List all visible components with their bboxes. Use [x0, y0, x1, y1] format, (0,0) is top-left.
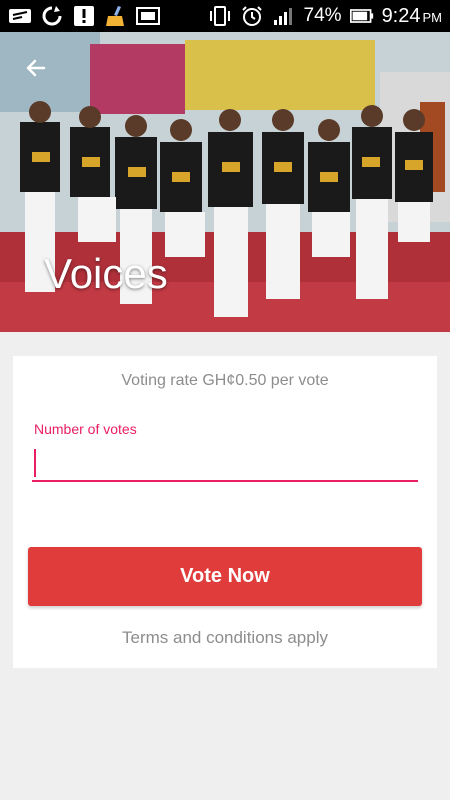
messages-icon: [8, 5, 32, 27]
voting-card: [13, 356, 437, 668]
terms-link[interactable]: Terms and conditions apply: [0, 628, 450, 648]
voting-rate-text: Voting rate GH¢0.50 per vote: [121, 372, 329, 389]
status-bar: 74% 9:24 PM: [0, 0, 450, 32]
back-button[interactable]: [20, 52, 52, 84]
clock: 9:24 PM: [382, 5, 442, 28]
text-caret: [34, 449, 36, 477]
alert-icon: [72, 5, 96, 27]
vibrate-icon: [208, 5, 232, 27]
battery-percent: 74%: [303, 5, 342, 26]
clock-ampm: PM: [422, 9, 443, 25]
votes-input[interactable]: [32, 444, 418, 482]
alarm-icon: [240, 5, 264, 27]
battery-icon: [349, 5, 374, 27]
hero-banner: Voices: [0, 32, 450, 332]
signal-icon: [272, 5, 296, 27]
page-title: Voices: [44, 250, 168, 297]
gallery-icon: [136, 5, 160, 27]
votes-field-label: Number of votes: [34, 421, 137, 437]
sync-icon: [40, 5, 64, 27]
clock-time: 9:24: [381, 4, 421, 27]
cleaner-icon: [104, 5, 128, 27]
arrow-left-icon: [26, 59, 46, 77]
vote-now-button[interactable]: Vote Now: [28, 547, 422, 606]
